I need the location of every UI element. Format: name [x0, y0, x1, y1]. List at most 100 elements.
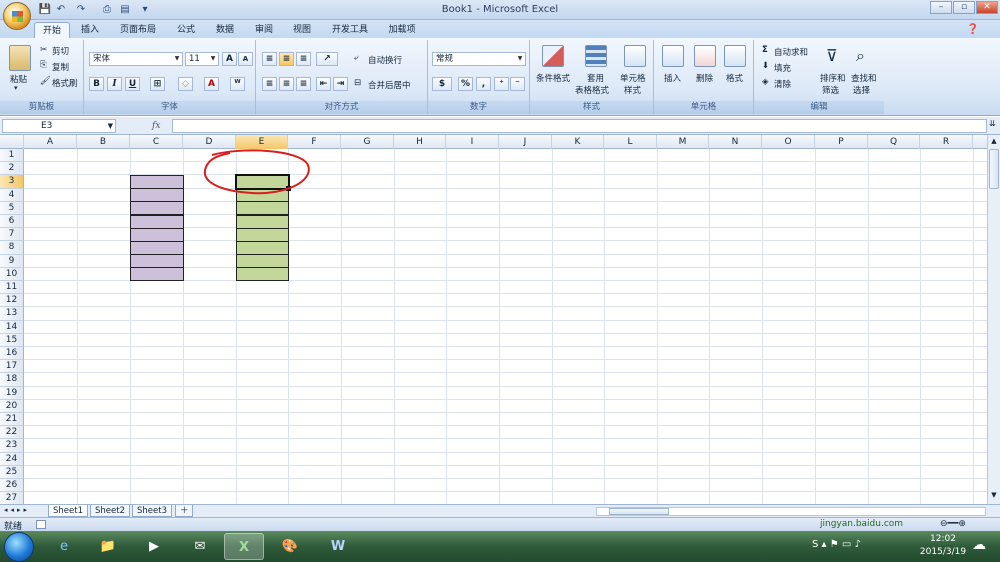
scroll-thumb[interactable]: [989, 149, 999, 189]
find-select-label-1[interactable]: 查找和: [851, 72, 877, 84]
zoom-slider[interactable]: ⊖━━⊕: [940, 519, 966, 529]
wrap-text-icon[interactable]: ⤶: [354, 53, 359, 63]
format-table-label-1[interactable]: 套用: [587, 72, 604, 84]
office-button[interactable]: [3, 2, 31, 30]
clear-button[interactable]: 清除: [774, 78, 791, 90]
autosum-icon[interactable]: Σ: [762, 45, 768, 55]
minimize-button[interactable]: –: [930, 1, 952, 14]
autosum-button[interactable]: 自动求和: [774, 46, 808, 58]
start-button[interactable]: [4, 532, 34, 562]
comma-button[interactable]: ,: [476, 77, 491, 91]
macro-record-icon[interactable]: [36, 520, 46, 529]
excel-taskbar-icon[interactable]: X: [224, 533, 264, 560]
tab-insert[interactable]: 插入: [74, 22, 106, 38]
scroll-down-icon[interactable]: ▼: [989, 491, 999, 501]
format-table-icon[interactable]: [585, 45, 607, 67]
tab-addins[interactable]: 加载项: [382, 22, 422, 38]
horizontal-scrollbar[interactable]: [596, 507, 986, 516]
cell-styles-label-1[interactable]: 单元格: [620, 72, 646, 84]
word-taskbar-icon[interactable]: W: [318, 533, 358, 560]
sheet-tab-2[interactable]: Sheet2: [90, 505, 130, 517]
copy-button[interactable]: 复制: [52, 61, 69, 73]
tab-data[interactable]: 数据: [208, 22, 242, 38]
percent-button[interactable]: %: [458, 77, 473, 91]
paste-icon[interactable]: [9, 45, 31, 71]
format-painter-icon[interactable]: 🖌: [40, 76, 51, 86]
tab-developer[interactable]: 开发工具: [326, 22, 374, 38]
paste-dropdown-icon[interactable]: ▾: [14, 84, 18, 92]
tab-page-layout[interactable]: 页面布局: [112, 22, 164, 38]
fill-icon[interactable]: ⬇: [762, 61, 769, 71]
increase-decimal-icon[interactable]: ⁺: [494, 77, 509, 91]
align-right-icon[interactable]: ≡: [296, 77, 311, 91]
cell-styles-icon[interactable]: [624, 45, 646, 67]
maximize-button[interactable]: ▫: [953, 1, 975, 14]
decrease-indent-icon[interactable]: ⇤: [316, 77, 331, 91]
phonetic-icon[interactable]: ᵂ: [230, 77, 245, 91]
sheet-tab-1[interactable]: Sheet1: [48, 505, 88, 517]
align-top-icon[interactable]: ≡: [262, 52, 277, 66]
font-size-select[interactable]: 11 ▼: [185, 52, 219, 66]
explorer-icon[interactable]: 📁: [88, 533, 128, 560]
paint-icon[interactable]: 🎨: [270, 533, 310, 560]
worksheet-grid[interactable]: ABCDEFGHIJKLMNOPQR 1 2 3 4 5 6 7 8 9 10 11 12 13 14 15…: [0, 135, 987, 504]
align-center-icon[interactable]: ≡: [279, 77, 294, 91]
format-painter-button[interactable]: 格式刷: [52, 77, 78, 89]
underline-button[interactable]: U: [125, 77, 140, 91]
sort-filter-icon[interactable]: ⊽: [826, 46, 838, 65]
copy-icon[interactable]: ⎘: [40, 60, 47, 70]
italic-button[interactable]: I: [107, 77, 122, 91]
tab-home[interactable]: 开始: [34, 22, 70, 38]
orientation-icon[interactable]: ↗: [316, 52, 338, 66]
currency-icon[interactable]: $: [432, 77, 452, 91]
expand-formula-icon[interactable]: ⇊: [989, 119, 996, 128]
insert-cells-button[interactable]: 插入: [664, 72, 681, 84]
align-middle-icon[interactable]: ≡: [279, 52, 294, 66]
insert-sheet-icon[interactable]: ＋: [175, 505, 193, 517]
insert-cells-icon[interactable]: [662, 45, 684, 67]
font-name-select[interactable]: 宋体 ▼: [89, 52, 183, 66]
bold-button[interactable]: B: [89, 77, 104, 91]
merge-center-icon[interactable]: ⊟: [354, 78, 361, 88]
fill-button[interactable]: 填充: [774, 62, 791, 74]
increase-indent-icon[interactable]: ⇥: [333, 77, 348, 91]
find-select-icon[interactable]: ⌕: [856, 46, 865, 66]
show-desktop-icon[interactable]: ☁: [972, 537, 986, 553]
tab-view[interactable]: 视图: [286, 22, 318, 38]
ie-icon[interactable]: e: [44, 533, 84, 560]
clear-icon[interactable]: ◈: [762, 77, 769, 87]
conditional-format-button[interactable]: 条件格式: [536, 72, 570, 84]
scroll-up-icon[interactable]: ▲: [989, 137, 999, 147]
tab-formulas[interactable]: 公式: [170, 22, 202, 38]
wrap-text-button[interactable]: 自动换行: [368, 54, 402, 66]
align-bottom-icon[interactable]: ≡: [296, 52, 311, 66]
decrease-decimal-icon[interactable]: ⁻: [510, 77, 525, 91]
tray-icons[interactable]: S ▴ ⚑ ▭ ♪: [812, 539, 861, 550]
find-select-label-2[interactable]: 选择: [853, 84, 870, 96]
grow-font-button[interactable]: A: [222, 52, 237, 66]
border-icon[interactable]: ⊞: [150, 77, 165, 91]
paste-button[interactable]: 粘贴: [10, 73, 27, 85]
font-color-icon[interactable]: A: [204, 77, 219, 91]
merge-center-button[interactable]: 合并后居中: [368, 79, 411, 91]
formula-input[interactable]: [172, 119, 987, 133]
conditional-format-icon[interactable]: [542, 45, 564, 67]
format-table-label-2[interactable]: 表格格式: [575, 84, 609, 96]
cut-button[interactable]: 剪切: [52, 45, 69, 57]
shrink-font-button[interactable]: A: [238, 52, 253, 66]
h-scroll-thumb[interactable]: [609, 508, 669, 515]
tab-review[interactable]: 审阅: [248, 22, 280, 38]
delete-cells-icon[interactable]: [694, 45, 716, 67]
help-icon[interactable]: ❓: [966, 22, 980, 38]
format-cells-icon[interactable]: [724, 45, 746, 67]
number-format-select[interactable]: 常规 ▼: [432, 52, 526, 66]
align-left-icon[interactable]: ≡: [262, 77, 277, 91]
delete-cells-button[interactable]: 删除: [696, 72, 713, 84]
cut-icon[interactable]: ✂: [40, 45, 47, 55]
fill-color-icon[interactable]: ◇: [178, 77, 193, 91]
format-cells-button[interactable]: 格式: [726, 72, 743, 84]
close-button[interactable]: ✕: [976, 1, 998, 14]
name-box[interactable]: E3 ▼: [2, 119, 116, 133]
sort-filter-label-1[interactable]: 排序和: [820, 72, 846, 84]
media-player-icon[interactable]: ▶: [134, 533, 174, 560]
